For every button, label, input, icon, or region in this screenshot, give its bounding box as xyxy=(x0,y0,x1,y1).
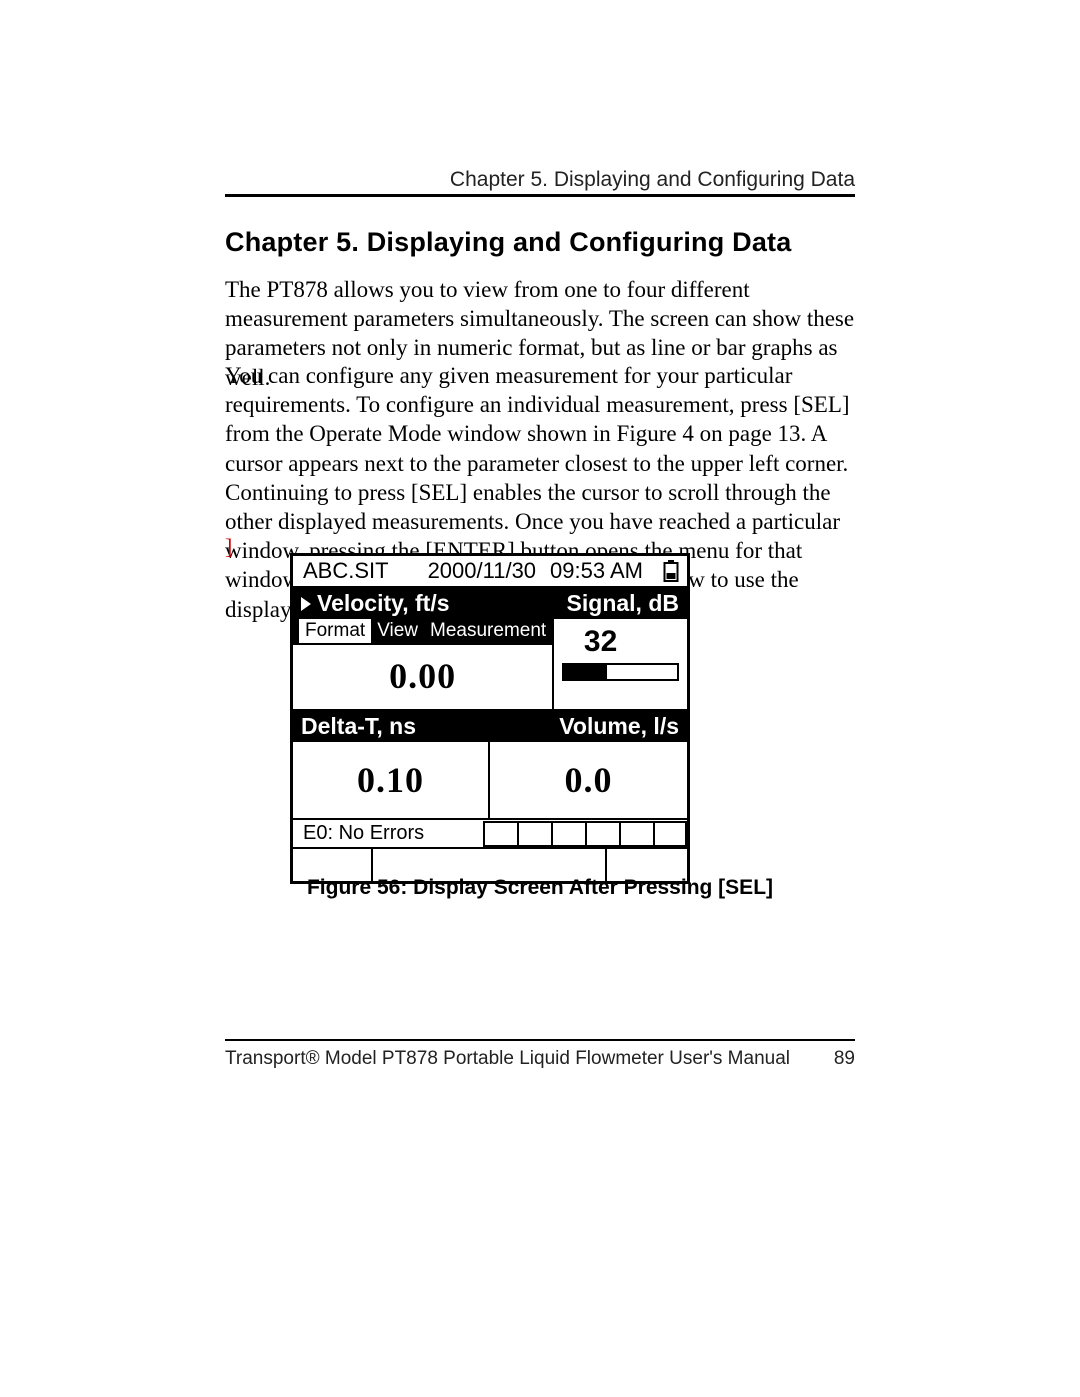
footer-rule xyxy=(225,1039,855,1041)
running-head: Chapter 5. Displaying and Configuring Da… xyxy=(450,168,855,192)
device-time: 09:53 AM xyxy=(550,558,643,584)
device-date: 2000/11/30 xyxy=(428,558,536,584)
device-figure: ABC.SIT 2000/11/30 09:53 AM xyxy=(290,553,690,884)
quadrant-velocity: Velocity, ft/s Format View Measurement 0… xyxy=(293,586,554,709)
error-label: E0: No Errors xyxy=(293,820,434,847)
signal-bar xyxy=(562,663,679,681)
cursor-icon xyxy=(301,597,311,611)
menu-item-view[interactable]: View xyxy=(371,619,424,643)
context-menu-bar: Format View Measurement xyxy=(293,619,552,645)
figure-caption: Figure 56: Display Screen After Pressing… xyxy=(225,876,855,900)
device-screen: ABC.SIT 2000/11/30 09:53 AM xyxy=(290,553,690,884)
battery-icon xyxy=(663,560,679,582)
error-box xyxy=(653,821,687,847)
velocity-label: Velocity, ft/s xyxy=(317,590,450,617)
volume-body: 0.0 xyxy=(490,742,687,818)
error-box xyxy=(619,821,653,847)
quadrant-volume: Volume, l/s 0.0 xyxy=(490,709,687,818)
signal-label: Signal, dB xyxy=(567,590,679,617)
volume-value: 0.0 xyxy=(565,759,613,801)
signal-bar-fill xyxy=(564,665,607,679)
stray-bracket: ] xyxy=(225,534,232,560)
velocity-body: 0.00 xyxy=(293,645,552,709)
chapter-title: Chapter 5. Displaying and Configuring Da… xyxy=(225,227,791,258)
signal-value: 32 xyxy=(522,625,679,659)
error-box xyxy=(517,821,551,847)
velocity-value: 0.00 xyxy=(389,655,456,697)
velocity-header: Velocity, ft/s xyxy=(293,588,552,619)
error-box xyxy=(551,821,585,847)
device-file-name: ABC.SIT xyxy=(303,558,389,584)
device-status-bar: ABC.SIT 2000/11/30 09:53 AM xyxy=(293,556,687,586)
delta-t-header: Delta-T, ns xyxy=(293,711,488,742)
delta-t-label: Delta-T, ns xyxy=(301,713,416,740)
volume-label: Volume, l/s xyxy=(559,713,679,740)
signal-header: Signal, dB xyxy=(554,588,687,619)
quadrant-delta-t: Delta-T, ns 0.10 xyxy=(293,709,490,818)
error-box xyxy=(585,821,619,847)
error-box xyxy=(483,821,517,847)
error-row: E0: No Errors xyxy=(293,818,687,847)
signal-body: 32 xyxy=(554,619,687,691)
footer-text: Transport® Model PT878 Portable Liquid F… xyxy=(225,1048,790,1070)
quadrant-signal: Signal, dB 32 xyxy=(554,586,687,709)
delta-t-body: 0.10 xyxy=(293,742,488,818)
delta-t-value: 0.10 xyxy=(357,759,424,801)
volume-header: Volume, l/s xyxy=(490,711,687,742)
menu-item-format[interactable]: Format xyxy=(299,619,371,643)
page-number: 89 xyxy=(834,1048,855,1070)
header-rule xyxy=(225,194,855,197)
error-indicator-boxes xyxy=(483,821,687,847)
